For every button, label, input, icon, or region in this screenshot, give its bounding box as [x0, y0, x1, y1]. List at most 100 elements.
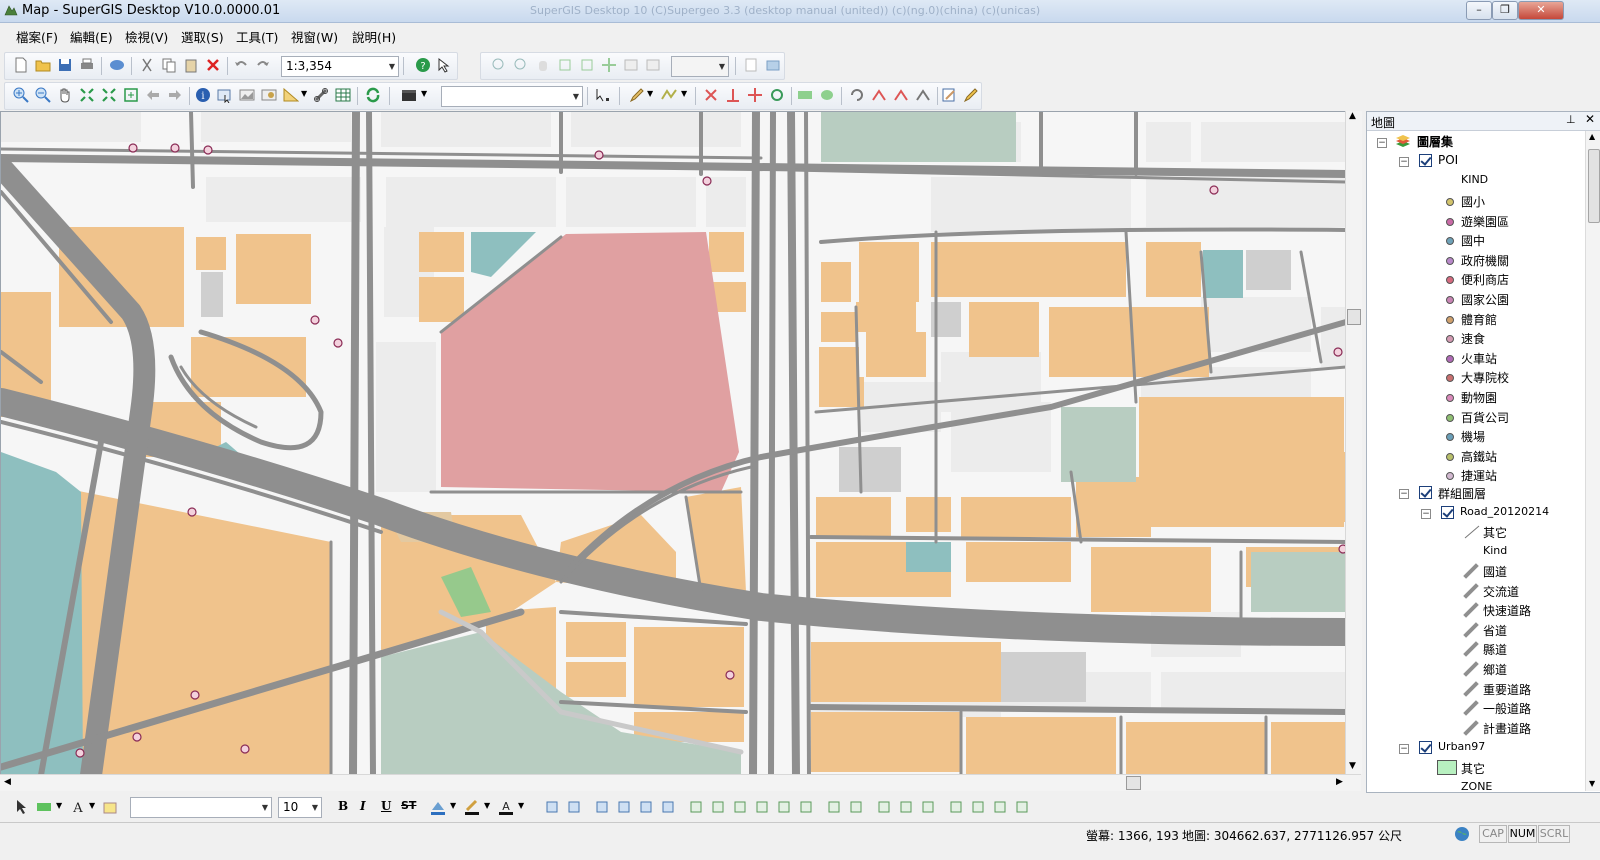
same-size-icon[interactable]	[920, 799, 936, 815]
layout-fixed-zoom-in-icon[interactable]	[557, 57, 573, 73]
intersect-icon[interactable]	[915, 87, 931, 103]
group-layer-checkbox[interactable]	[1419, 486, 1432, 499]
scroll-left-icon[interactable]: ◀	[4, 777, 11, 787]
italic-button[interactable]: I	[360, 799, 366, 813]
chevron-down-icon[interactable]: ▼	[56, 801, 62, 810]
align-left-icon[interactable]	[688, 799, 704, 815]
expander-group[interactable]: −	[1399, 489, 1409, 499]
expander-root[interactable]: −	[1377, 138, 1387, 148]
flip-vertical-icon[interactable]	[1014, 799, 1030, 815]
chevron-down-icon[interactable]: ▼	[89, 801, 95, 810]
expander-poi[interactable]: −	[1399, 157, 1409, 167]
add-data-icon[interactable]	[109, 57, 125, 73]
pan-hand-icon[interactable]	[57, 87, 73, 103]
split-icon[interactable]	[747, 87, 763, 103]
urban-layer-label[interactable]: Urban97	[1438, 740, 1485, 753]
save-icon[interactable]	[57, 57, 73, 73]
ungroup-icon[interactable]	[566, 799, 582, 815]
select-elements-icon[interactable]	[14, 799, 30, 815]
union-icon[interactable]	[893, 87, 909, 103]
map-canvas[interactable]	[0, 111, 1347, 776]
font-color-icon[interactable]: A	[498, 799, 514, 815]
panel-scrollbar[interactable]: ▲ ▼	[1585, 131, 1600, 791]
redo-icon[interactable]	[255, 57, 271, 73]
underline-button[interactable]: U	[381, 799, 391, 813]
menu-file[interactable]: 檔案(F)	[16, 27, 58, 46]
new-document-icon[interactable]	[13, 57, 29, 73]
rectangle-feature-icon[interactable]	[797, 87, 813, 103]
scroll-down-icon[interactable]: ▼	[1589, 779, 1595, 788]
scroll-right-icon[interactable]: ▶	[1336, 777, 1343, 787]
refresh-icon[interactable]	[365, 87, 381, 103]
close-window-button[interactable]: ✕	[1518, 1, 1564, 20]
stop-editing-icon[interactable]	[963, 87, 979, 103]
clapboard-icon[interactable]	[401, 87, 417, 103]
chevron-down-icon[interactable]: ▼	[421, 89, 427, 98]
menu-tools[interactable]: 工具(T)	[236, 27, 278, 46]
chevron-down-icon[interactable]: ▼	[450, 801, 456, 810]
rotate-left-icon[interactable]	[948, 799, 964, 815]
snap-icon[interactable]	[769, 87, 785, 103]
open-folder-icon[interactable]	[35, 57, 51, 73]
reshape-icon[interactable]	[871, 87, 887, 103]
expander-road[interactable]: −	[1421, 509, 1431, 519]
fixed-zoom-in-icon[interactable]	[79, 87, 95, 103]
page-setup-icon[interactable]	[743, 57, 759, 73]
road-layer-label[interactable]: Road_20120214	[1460, 505, 1549, 518]
tree-root-label[interactable]: 圖層集	[1417, 133, 1453, 150]
map-horizontal-scrollbar[interactable]: ◀ ▶	[0, 774, 1361, 791]
layout-fixed-zoom-out-icon[interactable]	[579, 57, 595, 73]
rotate-icon[interactable]	[849, 87, 865, 103]
align-center-icon[interactable]	[710, 799, 726, 815]
select-features-icon[interactable]	[217, 87, 233, 103]
chevron-down-icon[interactable]: ▼	[484, 801, 490, 810]
group-icon[interactable]	[544, 799, 560, 815]
copy-icon[interactable]	[161, 57, 177, 73]
chevron-down-icon[interactable]: ▼	[518, 801, 524, 810]
align-middle-icon[interactable]	[776, 799, 792, 815]
layout-view-icon[interactable]	[765, 57, 781, 73]
layout-zoom-in-icon[interactable]	[491, 57, 507, 73]
layout-forward-icon[interactable]	[645, 57, 661, 73]
font-name-combo[interactable]: ▼	[130, 797, 272, 818]
align-right-icon[interactable]	[732, 799, 748, 815]
circle-feature-icon[interactable]	[819, 87, 835, 103]
same-height-icon[interactable]	[898, 799, 914, 815]
hyperlink-icon[interactable]	[313, 87, 329, 103]
group-layer-label[interactable]: 群組圖層	[1438, 485, 1486, 502]
strikethrough-button[interactable]: ST	[401, 799, 416, 812]
new-text-icon[interactable]: A	[70, 799, 86, 815]
menu-window[interactable]: 視窗(W)	[291, 27, 338, 46]
line-color-icon[interactable]	[464, 799, 480, 815]
bring-forward-icon[interactable]	[638, 799, 654, 815]
delete-icon[interactable]	[205, 57, 221, 73]
image-icon[interactable]	[239, 87, 255, 103]
identify-icon[interactable]: i	[195, 87, 211, 103]
bring-to-front-icon[interactable]	[594, 799, 610, 815]
cut-icon[interactable]	[139, 57, 155, 73]
layout-zoom-combo[interactable]: ▼	[671, 56, 729, 77]
next-extent-icon[interactable]	[167, 87, 183, 103]
whats-this-icon[interactable]	[437, 57, 453, 73]
chevron-down-icon[interactable]: ▼	[647, 89, 653, 98]
sketch-tools-icon[interactable]	[661, 87, 677, 103]
layout-pan-icon[interactable]	[535, 57, 551, 73]
vertical-scroll-thumb[interactable]	[1347, 309, 1361, 325]
menu-edit[interactable]: 編輯(E)	[70, 27, 113, 46]
road-layer-checkbox[interactable]	[1441, 506, 1454, 519]
distribute-horizontal-icon[interactable]	[826, 799, 842, 815]
bold-button[interactable]: B	[338, 799, 348, 813]
scroll-up-icon[interactable]: ▲	[1349, 111, 1356, 121]
insert-vertex-icon[interactable]	[725, 87, 741, 103]
sketch-pencil-icon[interactable]	[629, 87, 645, 103]
scale-combo[interactable]: 1:3,354 ▼	[281, 56, 399, 77]
measure-icon[interactable]	[283, 87, 299, 103]
layout-zoom-out-icon[interactable]	[513, 57, 529, 73]
zoom-in-icon[interactable]	[13, 87, 29, 103]
same-width-icon[interactable]	[876, 799, 892, 815]
align-top-icon[interactable]	[754, 799, 770, 815]
print-icon[interactable]	[79, 57, 95, 73]
urban-layer-checkbox[interactable]	[1419, 741, 1432, 754]
chevron-down-icon[interactable]: ▼	[301, 89, 307, 98]
rotate-right-icon[interactable]	[970, 799, 986, 815]
